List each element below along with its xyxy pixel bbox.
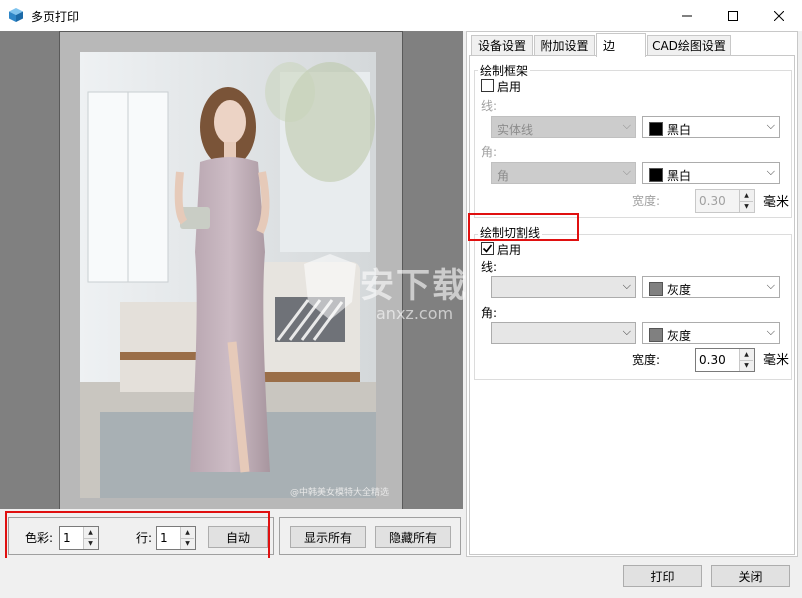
cut-enable-label: 启用 <box>497 243 522 257</box>
shield-watermark-icon <box>304 254 356 320</box>
cut-line-label: 线: <box>481 260 498 274</box>
tab-extra-settings[interactable]: 附加设置 <box>534 35 595 55</box>
cut-width-unit: 毫米 <box>763 353 790 368</box>
black-swatch <box>649 122 663 136</box>
cut-corner-color-value: 灰度 <box>667 329 692 343</box>
cut-enable-checkbox[interactable] <box>481 242 494 255</box>
photo-caption: @中韩美女模特大全精选 <box>290 488 390 498</box>
maximize-button[interactable] <box>710 0 756 31</box>
chevron-down-icon: ⌵ <box>622 279 631 292</box>
cut-corner-style-dropdown[interactable]: ⌵ <box>491 322 636 344</box>
show-all-button[interactable]: 显示所有 <box>290 526 366 548</box>
cut-corner-color-dropdown[interactable]: 灰度 ⌵ <box>642 322 780 344</box>
cut-width-label: 宽度: <box>632 353 661 367</box>
tab-cad-settings[interactable]: CAD绘图设置 <box>647 35 731 55</box>
frame-width-spinner[interactable]: 0.30 ▲ ▼ <box>695 189 755 213</box>
cut-corner-label: 角: <box>481 306 498 320</box>
chevron-down-icon: ⌵ <box>622 165 631 178</box>
frame-enable-label: 启用 <box>497 80 522 94</box>
print-button[interactable]: 打印 <box>623 565 702 587</box>
close-button[interactable] <box>756 0 802 31</box>
gray-swatch <box>649 328 663 342</box>
frame-corner-color-value: 黑白 <box>667 169 692 183</box>
tab-device-settings[interactable]: 设备设置 <box>471 35 533 55</box>
cut-line-color-value: 灰度 <box>667 283 692 297</box>
frame-width-unit: 毫米 <box>763 195 790 210</box>
frame-corner-label: 角: <box>481 145 498 159</box>
frame-line-label: 线: <box>481 99 498 113</box>
close-dialog-button[interactable]: 关闭 <box>711 565 790 587</box>
frame-corner-color-dropdown[interactable]: 黑白 ⌵ <box>642 162 780 184</box>
window-title: 多页打印 <box>31 10 80 24</box>
cut-line-style-dropdown[interactable]: ⌵ <box>491 276 636 298</box>
chevron-down-icon: ⌵ <box>766 119 775 132</box>
black-swatch <box>649 168 663 182</box>
chevron-down-icon: ⌵ <box>766 165 775 178</box>
frame-line-style-value: 实体线 <box>497 123 534 137</box>
minimize-icon <box>682 15 692 16</box>
gray-swatch <box>649 282 663 296</box>
highlight-box-cutline <box>468 213 579 241</box>
spin-down-icon[interactable]: ▼ <box>740 360 753 371</box>
maximize-icon <box>728 10 738 21</box>
cut-width-spinner[interactable]: 0.30 ▲ ▼ <box>695 348 755 372</box>
frame-line-color-dropdown[interactable]: 黑白 ⌵ <box>642 116 780 138</box>
checkmark-icon <box>482 244 493 253</box>
frame-corner-style-value: 角 <box>497 169 510 183</box>
chevron-down-icon: ⌵ <box>766 279 775 292</box>
minimize-button[interactable] <box>664 0 710 31</box>
chevron-down-icon: ⌵ <box>622 325 631 338</box>
cut-width-value: 0.30 <box>699 353 726 367</box>
watermark-text: 安下载 <box>360 266 468 306</box>
chevron-down-icon: ⌵ <box>622 119 631 132</box>
frame-enable-checkbox[interactable] <box>481 79 494 92</box>
hide-all-button[interactable]: 隐藏所有 <box>375 526 451 548</box>
frame-width-label: 宽度: <box>632 194 661 208</box>
watermark-subtext: anxz.com <box>376 304 454 323</box>
close-icon <box>774 10 784 21</box>
frame-width-value: 0.30 <box>699 194 726 208</box>
frame-group-legend: 绘制框架 <box>478 62 531 79</box>
tab-border[interactable]: 边 <box>596 33 646 57</box>
frame-line-color-value: 黑白 <box>667 123 692 137</box>
chevron-down-icon: ⌵ <box>766 325 775 338</box>
frame-line-style-dropdown[interactable]: 实体线 ⌵ <box>491 116 636 138</box>
app-cube-icon <box>8 7 24 23</box>
frame-corner-style-dropdown[interactable]: 角 ⌵ <box>491 162 636 184</box>
spin-down-icon[interactable]: ▼ <box>740 201 753 212</box>
cut-line-color-dropdown[interactable]: 灰度 ⌵ <box>642 276 780 298</box>
